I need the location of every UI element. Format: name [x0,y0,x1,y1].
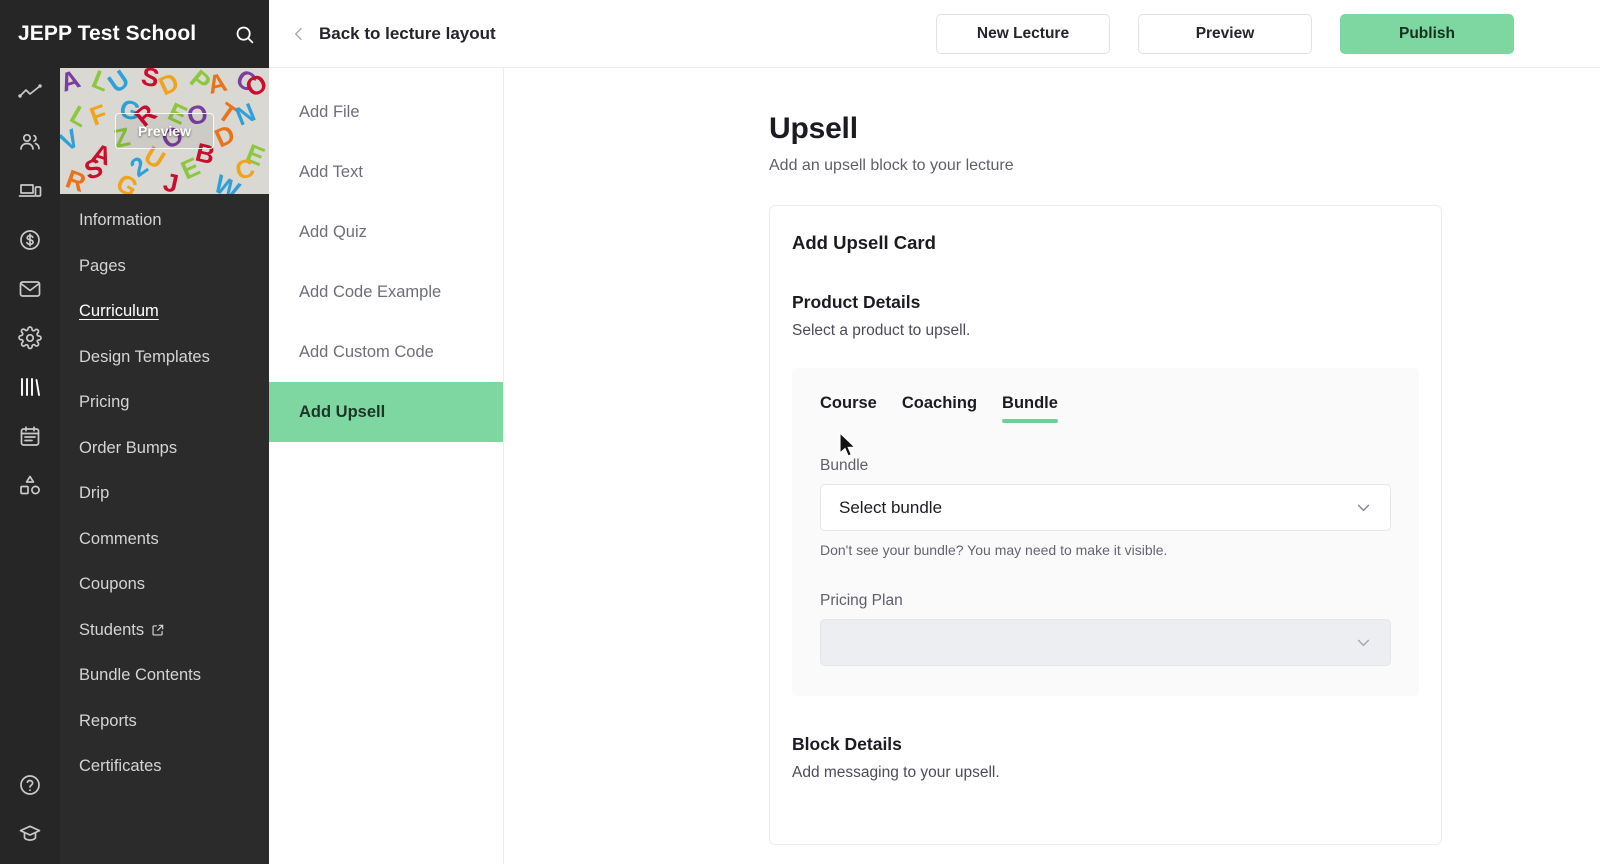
bundle-field: Bundle Select bundle Don't see your bund… [820,457,1391,558]
external-link-icon [151,623,165,637]
analytics-icon[interactable] [7,68,53,117]
thumbnail-overlay: Preview [60,68,269,194]
pricing-plan-field-label: Pricing Plan [820,592,903,609]
bundle-select[interactable]: Select bundle [820,484,1391,531]
sidebar-item-label: Order Bumps [79,438,178,457]
dollar-circle-icon[interactable] [7,215,53,264]
sidebar-item-students[interactable]: Students [60,608,269,654]
sidebar-item-comments[interactable]: Comments [60,517,269,563]
tab-course[interactable]: Course [820,394,877,423]
course-nav: Information Pages Curriculum Design Temp… [60,198,269,790]
pricing-plan-select[interactable] [820,619,1391,666]
main-panel: Upsell Add an upsell block to your lectu… [504,68,1600,864]
chevron-down-icon [1355,634,1372,651]
devices-icon[interactable] [7,166,53,215]
product-details-description: Select a product to upsell. [792,322,971,339]
brand-bar: JEPP Test School [0,0,269,68]
top-actions: New Lecture Preview Publish [936,13,1514,54]
sidebar-item-pages[interactable]: Pages [60,244,269,290]
search-icon[interactable] [234,24,255,45]
thumbnail-preview-button[interactable]: Preview [115,113,214,149]
rail-bottom-group [0,760,60,858]
card-title: Add Upsell Card [792,232,936,253]
menu-item-add-quiz[interactable]: Add Quiz [269,202,503,262]
menu-item-add-file[interactable]: Add File [269,82,503,142]
new-lecture-button[interactable]: New Lecture [936,13,1110,54]
publish-button[interactable]: Publish [1340,13,1514,54]
body-row: Add File Add Text Add Quiz Add Code Exam… [269,68,1600,864]
brand-title: JEPP Test School [18,22,197,45]
content-area: Back to lecture layout New Lecture Previ… [269,0,1600,864]
block-type-menu: Add File Add Text Add Quiz Add Code Exam… [269,68,504,864]
sidebar-item-label: Students [79,620,145,639]
menu-item-add-upsell[interactable]: Add Upsell [269,382,503,442]
sidebar-item-label: Pages [79,256,126,275]
menu-item-add-code-example[interactable]: Add Code Example [269,262,503,322]
add-upsell-card: Add Upsell Card Product Details Select a… [769,205,1442,845]
course-thumbnail[interactable]: A L U S D P A C O L F G R E O T N V A Z … [60,68,269,194]
sidebar-item-label: Information [79,211,162,230]
icon-rail [0,0,60,864]
main-inner: Upsell Add an upsell block to your lectu… [504,68,1600,845]
help-circle-icon[interactable] [7,760,53,809]
sidebar-item-label: Curriculum [79,302,159,321]
bundle-select-value: Select bundle [839,497,943,517]
sidebar-item-bundle-contents[interactable]: Bundle Contents [60,653,269,699]
tab-bundle[interactable]: Bundle [1002,394,1058,423]
chevron-left-icon [291,23,307,45]
calendar-icon[interactable] [7,411,53,460]
product-details-panel: Course Coaching Bundle Bundle Select bun… [792,368,1419,696]
gear-icon[interactable] [7,313,53,362]
users-icon[interactable] [7,117,53,166]
tab-coaching[interactable]: Coaching [902,394,977,423]
sidebar-item-coupons[interactable]: Coupons [60,562,269,608]
sidebar-item-label: Comments [79,529,159,548]
menu-item-add-text[interactable]: Add Text [269,142,503,202]
sidebar-item-order-bumps[interactable]: Order Bumps [60,426,269,472]
sidebar-item-certificates[interactable]: Certificates [60,744,269,790]
product-details-heading: Product Details [792,292,921,312]
shapes-icon[interactable] [7,460,53,509]
page-subtitle: Add an upsell block to your lecture [769,157,1014,174]
library-books-icon[interactable] [7,362,53,411]
page-title: Upsell [769,112,858,145]
back-to-lecture-layout-link[interactable]: Back to lecture layout [291,23,496,45]
pricing-plan-field: Pricing Plan [820,592,1391,666]
sidebar-item-label: Bundle Contents [79,666,202,685]
sidebar-item-information[interactable]: Information [60,198,269,244]
block-details-heading: Block Details [792,734,902,754]
product-type-tabs: Course Coaching Bundle [820,394,1391,423]
preview-button[interactable]: Preview [1138,13,1312,54]
sidebar-item-label: Reports [79,711,137,730]
top-bar: Back to lecture layout New Lecture Previ… [269,0,1600,68]
sidebar-item-design-templates[interactable]: Design Templates [60,335,269,381]
menu-item-add-custom-code[interactable]: Add Custom Code [269,322,503,382]
sidebar-item-pricing[interactable]: Pricing [60,380,269,426]
bundle-field-label: Bundle [820,457,869,474]
sidebar-item-reports[interactable]: Reports [60,699,269,745]
course-sidebar: JEPP Test School A L U S D P A C O L F G… [0,0,269,864]
bundle-field-help: Don't see your bundle? You may need to m… [820,542,1168,558]
sidebar-item-label: Coupons [79,575,146,594]
sidebar-item-label: Drip [79,484,110,503]
chevron-down-icon [1355,499,1372,516]
graduation-cap-icon[interactable] [7,809,53,858]
sidebar-item-label: Pricing [79,393,130,412]
sidebar-item-curriculum[interactable]: Curriculum [60,289,269,335]
sidebar-item-label: Certificates [79,757,162,776]
sidebar-item-drip[interactable]: Drip [60,471,269,517]
envelope-icon[interactable] [7,264,53,313]
sidebar-item-label: Design Templates [79,347,210,366]
block-details-description: Add messaging to your upsell. [792,764,1000,781]
back-link-label: Back to lecture layout [319,23,496,43]
